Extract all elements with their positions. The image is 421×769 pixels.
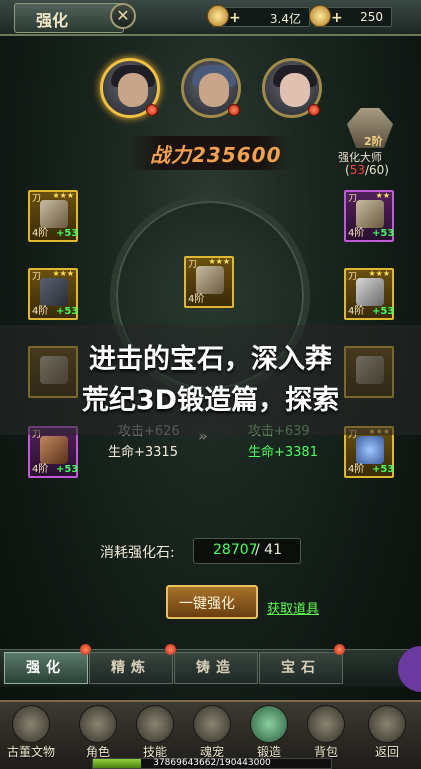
bag-icon: [307, 705, 345, 743]
red-dot-icon: [228, 104, 240, 116]
equip-slot-helmet[interactable]: 刀 ★★ 4阶 +53: [344, 190, 394, 242]
title-tab: [14, 3, 124, 33]
stone-owned: 28707: [213, 542, 258, 558]
silver-value: 3.4亿: [269, 12, 301, 26]
tab-cast[interactable]: 铸造: [174, 652, 258, 684]
gold-value: 250: [360, 10, 383, 24]
current-hp: 生命+3315: [108, 445, 178, 460]
strengthen-button-label: 一键强化: [179, 596, 235, 612]
nav-forge[interactable]: 锻造: [244, 703, 294, 759]
red-dot-icon: [334, 644, 345, 655]
gold-ingot-icon: [309, 5, 331, 27]
combat-power: 战力235600: [150, 143, 282, 167]
antique-icon: [12, 705, 50, 743]
equip-slot-weapon[interactable]: 刀 ★★★ 4阶 +53: [28, 190, 78, 242]
anvil-icon: [250, 705, 288, 743]
selected-equip-slot[interactable]: 刀 ★★★ 4阶: [184, 256, 234, 308]
get-items-link[interactable]: 获取道具: [267, 598, 319, 617]
master-progress: (53/60): [345, 163, 389, 177]
stone-required: / 41: [255, 542, 282, 558]
skill-book-icon: [136, 705, 174, 743]
page-title: 强化: [36, 11, 69, 30]
nav-antiques[interactable]: 古董文物: [6, 703, 56, 759]
gold-resource: + 250: [309, 5, 392, 27]
pet-icon: [193, 705, 231, 743]
add-gold-button[interactable]: +: [331, 10, 343, 26]
red-dot-icon: [308, 104, 320, 116]
cost-label: 消耗强化石:: [100, 545, 175, 561]
master-rank: 2阶: [364, 135, 383, 148]
nav-back[interactable]: 返回: [362, 703, 412, 759]
nav-skills[interactable]: 技能: [130, 703, 180, 759]
tab-gem[interactable]: 宝石: [259, 652, 343, 684]
banner-line-1: 进击的宝石，深入莽: [89, 344, 332, 375]
back-icon: [368, 705, 406, 743]
tab-strengthen[interactable]: 强化: [4, 652, 88, 684]
nav-bag[interactable]: 背包: [301, 703, 351, 759]
banner-line-2: 荒纪3D锻造篇，探索: [81, 385, 340, 416]
equip-slot-armor[interactable]: 刀 ★★★ 4阶 +53: [28, 268, 78, 320]
tab-refine[interactable]: 精炼: [89, 652, 173, 684]
red-dot-icon: [146, 104, 158, 116]
silver-coin-icon: [207, 5, 229, 27]
exp-text: 37869643662/190443000: [153, 758, 271, 768]
close-button[interactable]: ✕: [110, 3, 136, 29]
character-icon: [79, 705, 117, 743]
next-hp: 生命+3381: [248, 445, 318, 460]
nav-pets[interactable]: 魂宠: [187, 703, 237, 759]
nav-character[interactable]: 角色: [73, 703, 123, 759]
equip-slot-necklace[interactable]: 刀 ★★★ 4阶 +53: [344, 268, 394, 320]
silver-resource: + 3.4亿: [207, 5, 310, 27]
add-silver-button[interactable]: +: [229, 10, 241, 26]
